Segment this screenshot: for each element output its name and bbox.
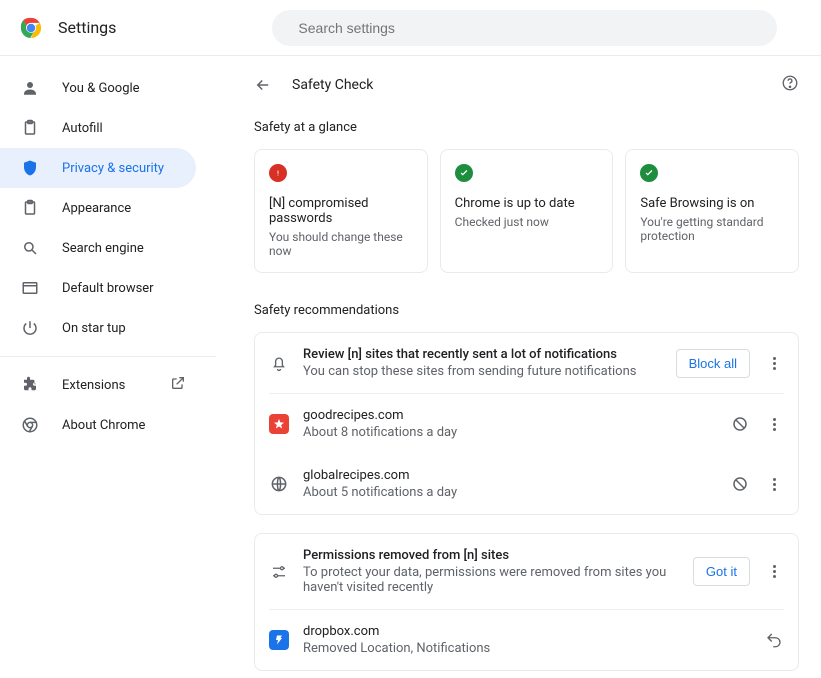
shield-icon (20, 158, 40, 178)
card-title: Chrome is up to date (455, 196, 599, 211)
block-icon[interactable] (730, 474, 750, 494)
site-name: globalrecipes.com (303, 468, 716, 483)
card-title: [N] compromised passwords (269, 196, 413, 226)
card-title: Safe Browsing is on (640, 196, 784, 211)
sidebar-item-default-browser[interactable]: Default browser (0, 268, 196, 308)
clipboard-icon (20, 198, 40, 218)
site-favicon-icon (269, 630, 289, 650)
row-subtitle: You can stop these sites from sending fu… (303, 364, 662, 379)
search-input[interactable] (298, 20, 761, 36)
glance-safebrowsing[interactable]: Safe Browsing is on You're getting stand… (625, 149, 799, 273)
sidebar-item-appearance[interactable]: Appearance (0, 188, 196, 228)
glance-cards: [N] compromised passwords You should cha… (254, 149, 799, 273)
site-favicon-icon (269, 414, 289, 434)
sidebar-item-on-startup[interactable]: On star tup (0, 308, 196, 348)
permissions-header-row: Permissions removed from [n] sites To pr… (255, 534, 798, 609)
window-icon (20, 278, 40, 298)
site-detail: About 8 notifications a day (303, 425, 716, 440)
globe-icon (269, 474, 289, 494)
undo-icon[interactable] (764, 630, 784, 650)
chrome-logo-icon (20, 17, 42, 39)
sidebar-label: On star tup (62, 321, 126, 336)
sidebar-label: Default browser (62, 281, 154, 296)
glance-passwords[interactable]: [N] compromised passwords You should cha… (254, 149, 428, 273)
site-row: globalrecipes.com About 5 notifications … (255, 454, 798, 514)
sidebar-label: About Chrome (62, 418, 145, 433)
notifications-panel: Review [n] sites that recently sent a lo… (254, 332, 799, 515)
sidebar: You & Google Autofill Privacy & security… (0, 56, 232, 678)
alert-icon (269, 164, 287, 182)
back-button[interactable] (254, 75, 274, 95)
sidebar-item-about-chrome[interactable]: About Chrome (0, 405, 196, 445)
block-all-button[interactable]: Block all (676, 349, 750, 378)
sidebar-label: Extensions (62, 378, 125, 393)
recommendations-label: Safety recommendations (254, 303, 799, 318)
site-name: dropbox.com (303, 624, 750, 639)
row-subtitle: To protect your data, permissions were r… (303, 565, 679, 595)
notifications-header-row: Review [n] sites that recently sent a lo… (255, 333, 798, 393)
sidebar-separator (0, 356, 216, 357)
sidebar-item-privacy-security[interactable]: Privacy & security (0, 148, 196, 188)
site-row: goodrecipes.com About 8 notifications a … (255, 394, 798, 454)
person-icon (20, 78, 40, 98)
tune-icon (269, 562, 289, 582)
clipboard-icon (20, 118, 40, 138)
site-detail: Removed Location, Notifications (303, 641, 750, 656)
help-icon[interactable] (781, 74, 799, 96)
sidebar-item-extensions[interactable]: Extensions (0, 365, 196, 405)
app-title: Settings (58, 18, 116, 37)
card-subtitle: You should change these now (269, 230, 413, 258)
bell-icon (269, 353, 289, 373)
sidebar-item-search-engine[interactable]: Search engine (0, 228, 196, 268)
open-external-icon (170, 375, 186, 395)
overflow-menu[interactable] (764, 418, 784, 431)
main-content: Safety Check Safety at a glance [N] comp… (232, 56, 821, 678)
check-icon (455, 164, 473, 182)
sidebar-item-you-google[interactable]: You & Google (0, 68, 196, 108)
sidebar-label: You & Google (62, 81, 140, 96)
search-icon (20, 238, 40, 258)
chrome-outline-icon (20, 415, 40, 435)
power-icon (20, 318, 40, 338)
card-subtitle: You're getting standard protection (640, 215, 784, 243)
page-title: Safety Check (292, 77, 763, 93)
sidebar-label: Autofill (62, 121, 103, 136)
glance-label: Safety at a glance (254, 120, 799, 135)
top-bar: Settings (0, 0, 821, 56)
card-subtitle: Checked just now (455, 215, 599, 229)
permissions-panel: Permissions removed from [n] sites To pr… (254, 533, 799, 671)
overflow-menu[interactable] (764, 478, 784, 491)
sidebar-label: Privacy & security (62, 161, 164, 176)
row-title: Review [n] sites that recently sent a lo… (303, 347, 662, 362)
overflow-menu[interactable] (764, 357, 784, 370)
glance-update[interactable]: Chrome is up to date Checked just now (440, 149, 614, 273)
sidebar-item-autofill[interactable]: Autofill (0, 108, 196, 148)
check-icon (640, 164, 658, 182)
site-row: dropbox.com Removed Location, Notificati… (255, 610, 798, 670)
search-settings[interactable] (272, 10, 777, 46)
overflow-menu[interactable] (764, 565, 784, 578)
site-detail: About 5 notifications a day (303, 485, 716, 500)
block-icon[interactable] (730, 414, 750, 434)
sidebar-label: Appearance (62, 201, 131, 216)
extension-icon (20, 375, 40, 395)
sidebar-label: Search engine (62, 241, 144, 256)
site-name: goodrecipes.com (303, 408, 716, 423)
got-it-button[interactable]: Got it (693, 557, 750, 586)
row-title: Permissions removed from [n] sites (303, 548, 679, 563)
